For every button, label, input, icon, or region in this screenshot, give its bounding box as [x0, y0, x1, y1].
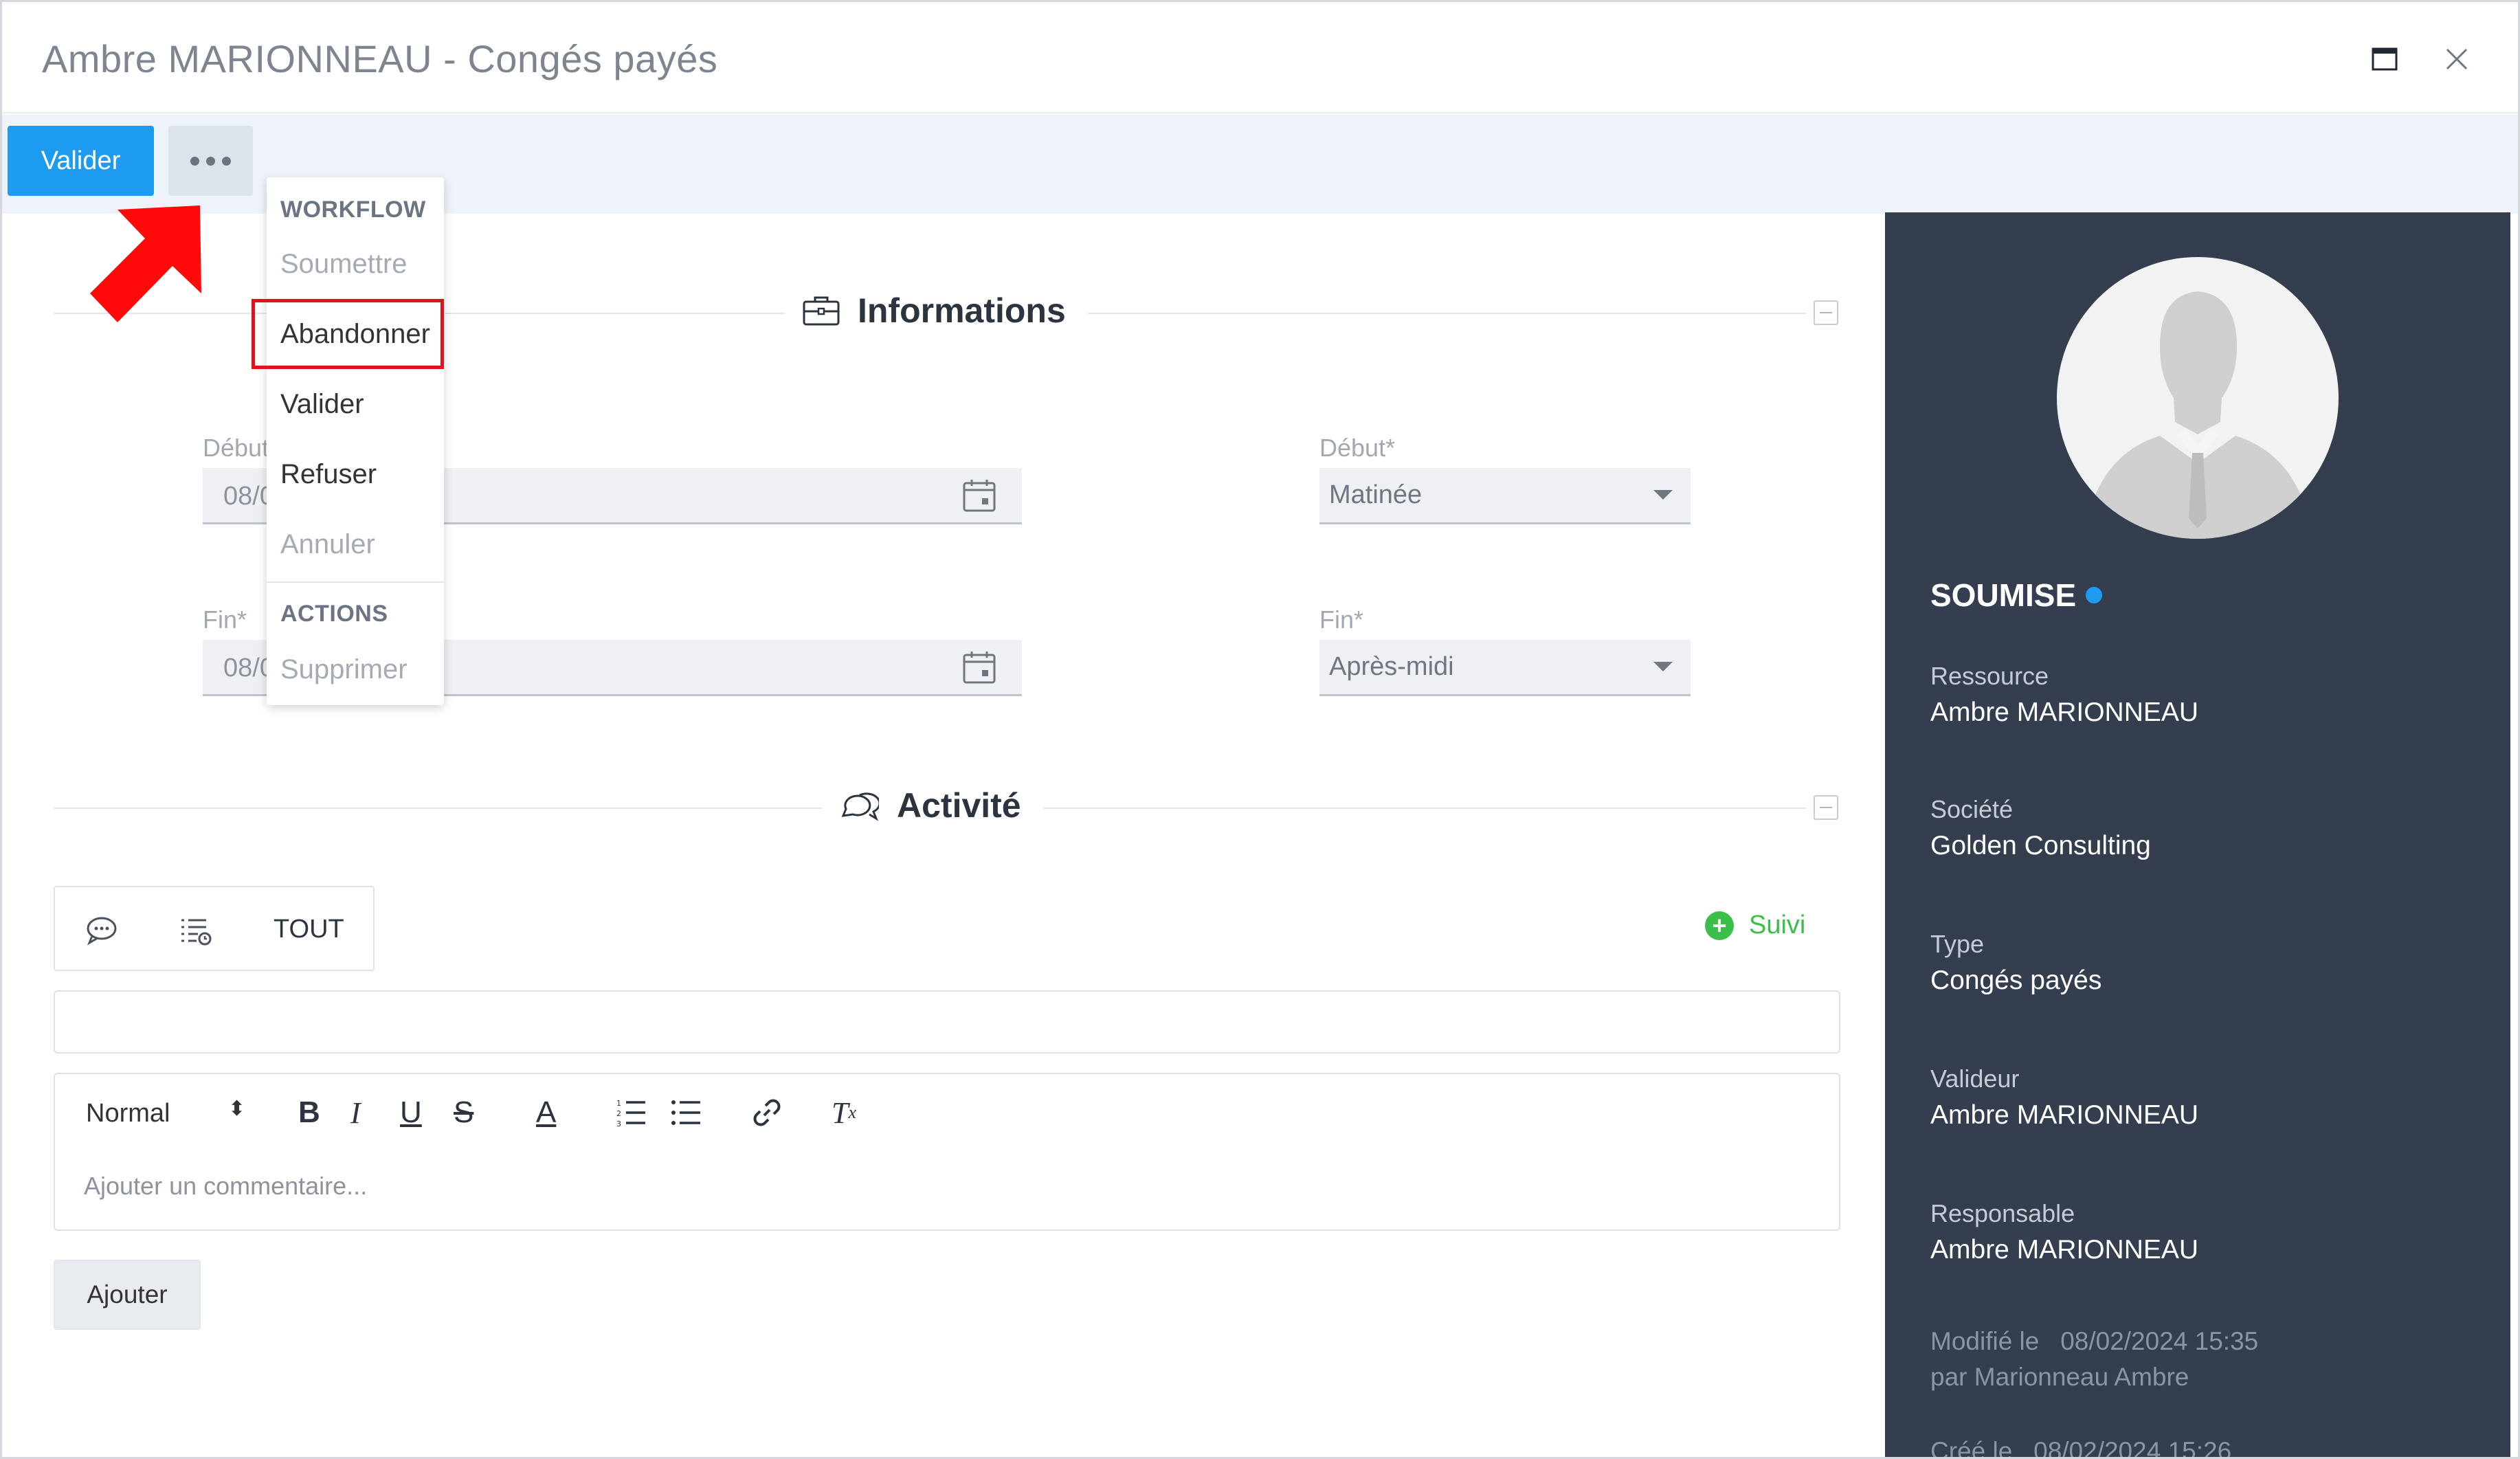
activite-section-title: Activité — [839, 786, 1021, 825]
fin-period-label: Fin* — [1319, 605, 1364, 634]
maximize-icon[interactable] — [2366, 41, 2403, 78]
suivi-button[interactable]: + Suivi — [1705, 911, 1805, 940]
activite-title-text: Activité — [897, 786, 1021, 825]
type-value: Congés payés — [1930, 966, 2102, 995]
link-icon[interactable] — [750, 1093, 783, 1132]
ressource-value: Ambre MARIONNEAU — [1930, 698, 2199, 727]
status-dot-icon — [2086, 587, 2103, 603]
svg-text:2: 2 — [616, 1109, 621, 1118]
section-divider — [54, 808, 822, 809]
menu-item-refuser[interactable]: Refuser — [280, 459, 377, 490]
menu-separator — [267, 581, 444, 583]
responsable-value: Ambre MARIONNEAU — [1930, 1235, 2199, 1265]
format-select-arrows-icon[interactable]: ⬍ — [228, 1099, 245, 1120]
comment-placeholder: Ajouter un commentaire... — [84, 1172, 368, 1200]
debut-period-value: Matinée — [1329, 480, 1423, 509]
abandonner-highlight-box — [252, 299, 444, 369]
collapse-informations-icon[interactable] — [1814, 300, 1838, 325]
red-arrow-annotation — [90, 205, 201, 322]
suivi-label: Suivi — [1749, 911, 1806, 939]
clear-format-icon[interactable]: Tx — [832, 1093, 856, 1132]
responsable-label: Responsable — [1930, 1199, 2075, 1227]
person-silhouette-icon — [2084, 291, 2312, 539]
type-label: Type — [1930, 930, 1985, 958]
comment-icon[interactable] — [85, 913, 118, 946]
fin-period-select[interactable]: Après-midi — [1319, 640, 1691, 696]
comment-editor[interactable]: Normal ⬍ B I U S A 12 3 Tx Ajouter un com… — [54, 1073, 1840, 1231]
valider-button[interactable]: Valider — [8, 126, 154, 196]
societe-value: Golden Consulting — [1930, 831, 2151, 860]
fin-date-label: Fin* — [203, 605, 247, 634]
section-divider — [1088, 313, 1806, 314]
italic-icon[interactable]: I — [350, 1093, 361, 1132]
section-divider — [1043, 808, 1806, 809]
menu-header-actions: ACTIONS — [280, 601, 388, 627]
calendar-icon[interactable] — [961, 649, 997, 685]
activity-filter-tabs: TOUT — [54, 886, 375, 971]
avatar — [2057, 257, 2339, 539]
calendar-icon[interactable] — [961, 478, 997, 513]
debut-period-select[interactable]: Matinée — [1319, 468, 1691, 524]
chevron-down-icon — [1653, 662, 1673, 671]
ordered-list-icon[interactable]: 12 3 — [615, 1093, 647, 1132]
valideur-value: Ambre MARIONNEAU — [1930, 1100, 2199, 1130]
debut-period-label: Début* — [1319, 434, 1396, 462]
activity-search-input[interactable] — [54, 990, 1840, 1054]
actions-dropdown-menu: WORKFLOW Soumettre Abandonner Valider Re… — [267, 177, 444, 705]
briefcase-icon — [803, 296, 840, 326]
status-text: SOUMISE — [1930, 577, 2077, 613]
created-date: Créé le 08/02/2024 15:26 — [1930, 1437, 2232, 1459]
status-badge: SOUMISE — [1930, 577, 2103, 614]
collapse-activite-icon[interactable] — [1814, 795, 1838, 820]
bullet-list-icon[interactable] — [670, 1093, 702, 1132]
menu-item-valider[interactable]: Valider — [280, 389, 364, 420]
summary-side-panel: SOUMISE Ressource Ambre MARIONNEAU Socié… — [1885, 212, 2510, 1459]
plus-circle-icon: + — [1705, 911, 1734, 940]
informations-title-text: Informations — [858, 291, 1066, 330]
debut-date-label: Début — [203, 434, 269, 462]
window-title: Ambre MARIONNEAU - Congés payés — [42, 37, 718, 80]
more-dots-icon — [190, 156, 199, 166]
close-icon[interactable] — [2438, 41, 2475, 78]
chat-bubbles-icon — [841, 792, 879, 821]
modal-window: Ambre MARIONNEAU - Congés payés Valider … — [0, 0, 2520, 1459]
menu-header-workflow: WORKFLOW — [280, 197, 426, 223]
history-list-icon[interactable] — [179, 913, 212, 946]
chevron-down-icon — [1653, 490, 1673, 500]
informations-section-title: Informations — [803, 291, 1066, 331]
fin-period-value: Après-midi — [1329, 652, 1454, 681]
societe-label: Société — [1930, 795, 2014, 823]
more-actions-button[interactable] — [168, 126, 253, 196]
menu-item-soumettre[interactable]: Soumettre — [280, 249, 408, 280]
ressource-label: Ressource — [1930, 662, 2049, 690]
text-color-icon[interactable]: A — [536, 1093, 556, 1132]
menu-item-supprimer[interactable]: Supprimer — [280, 654, 408, 685]
underline-icon[interactable]: U — [400, 1093, 422, 1132]
format-select[interactable]: Normal — [86, 1099, 170, 1128]
menu-item-annuler[interactable]: Annuler — [280, 529, 375, 560]
valideur-label: Valideur — [1930, 1065, 2020, 1093]
modified-by: par Marionneau Ambre — [1930, 1363, 2189, 1391]
strikethrough-icon[interactable]: S — [454, 1093, 473, 1132]
title-bar: Ambre MARIONNEAU - Congés payés — [2, 2, 2518, 113]
svg-text:1: 1 — [616, 1099, 621, 1108]
ajouter-button[interactable]: Ajouter — [54, 1260, 201, 1330]
tab-tout[interactable]: TOUT — [274, 915, 344, 944]
modified-date: Modifié le 08/02/2024 15:35 — [1930, 1327, 2259, 1355]
bold-icon[interactable]: B — [298, 1093, 320, 1132]
svg-text:3: 3 — [616, 1120, 621, 1128]
